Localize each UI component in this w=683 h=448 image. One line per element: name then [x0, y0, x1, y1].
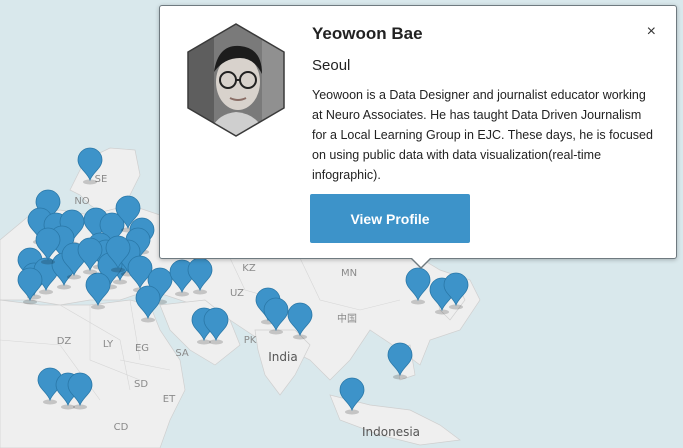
- country-label: Indonesia: [362, 425, 420, 439]
- country-label: DZ: [57, 336, 72, 347]
- profile-bio: Yeowoon is a Data Designer and journalis…: [312, 88, 653, 182]
- view-profile-button[interactable]: View Profile: [310, 194, 470, 243]
- country-label: India: [268, 350, 297, 364]
- country-label: SA: [175, 348, 189, 359]
- country-label: CD: [114, 422, 129, 433]
- country-label: EG: [135, 343, 149, 354]
- country-label: MN: [341, 268, 357, 279]
- profile-popup: Yeowoon Bae Seoul Yeowoon is a Data Desi…: [159, 5, 677, 269]
- country-label: UZ: [230, 288, 244, 299]
- country-label: PK: [244, 335, 257, 346]
- country-label: SE: [95, 174, 108, 185]
- close-icon[interactable]: ×: [647, 24, 656, 40]
- country-label: LY: [103, 339, 114, 350]
- country-label: 中国: [337, 312, 357, 325]
- profile-city: Seoul: [312, 57, 351, 74]
- popup-pointer: [410, 257, 432, 269]
- profile-avatar: [187, 23, 285, 137]
- profile-name: Yeowoon Bae: [312, 24, 423, 43]
- country-label: KZ: [242, 263, 256, 274]
- country-label: ET: [163, 394, 176, 405]
- country-label: SD: [134, 379, 148, 390]
- country-label: NO: [74, 196, 89, 207]
